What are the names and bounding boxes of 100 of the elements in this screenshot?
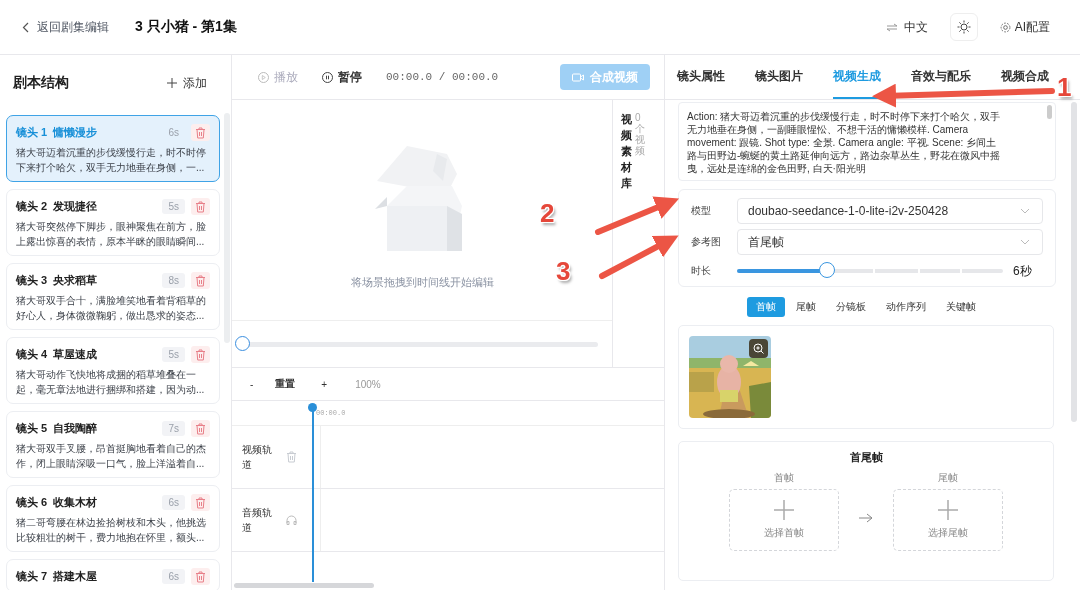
shot-card[interactable]: 镜头 1 慵懒漫步 6s 猪大哥迈着沉重的步伐缓慢行走，时不时停下来打个哈欠，双手无力地垂在身侧，一... [6,115,220,182]
delete-button[interactable] [191,272,210,289]
chevron-down-icon [1020,208,1030,214]
trash-icon[interactable] [195,126,206,139]
duration-tag: 6s [162,125,185,140]
shot-title: 镜头 6 收集木材 [16,495,99,510]
field-label: 时长 [691,264,712,278]
tab[interactable]: 镜头属性 [677,55,725,99]
reference-select[interactable]: 首尾帧 [737,229,1043,255]
ai-config-button[interactable]: AI配置 [993,17,1056,37]
panel-title: 剧本结构 [13,74,69,92]
upload-area[interactable]: 选择首帧 [729,489,839,551]
library-title: 视频素材库 [621,112,632,191]
delete-button[interactable] [191,198,210,215]
annotation-number: 1 [1057,74,1072,100]
language-button[interactable]: 中文 [879,17,934,37]
zoom-level: 100% [355,378,381,390]
delete-button[interactable] [191,494,210,511]
trash-icon[interactable] [195,570,206,583]
frame-label: 尾帧 [938,471,958,485]
shot-title: 镜头 3 央求稻草 [16,273,99,288]
field-label: 参考图 [691,235,722,249]
upload-area[interactable]: 选择尾帧 [893,489,1003,551]
field-label: 模型 [691,204,712,218]
scrollbar[interactable] [1071,102,1077,422]
slider-thumb[interactable] [819,262,836,278]
tab[interactable]: 镜头图片 [755,55,803,99]
trash-icon[interactable] [195,274,206,287]
shot-card[interactable]: 镜头 2 发现捷径 5s 猪大哥突然停下脚步，眼神聚焦在前方，脸上露出惊喜的表情，原本半眯的眼睛瞬间... [6,189,220,256]
zoom-out-button[interactable]: - [250,378,254,390]
sun-icon [956,20,971,34]
theme-button[interactable] [949,13,978,41]
shot-title: 镜头 1 慵懒漫步 [16,125,99,140]
video-camera-icon [572,72,584,82]
shot-card[interactable]: 镜头 3 央求稻草 8s 猪大哥双手合十，满脸堆笑地看着背稻草的好心人，身体微微鞠躬，做出恳求的姿态... [6,263,220,330]
image-tab[interactable]: 分镜板 [827,297,875,317]
shot-card[interactable]: 镜头 5 自我陶醉 7s 猪大哥双手叉腰，昂首挺胸地看着自己的杰作，闭上眼睛深吸一口气，脸上洋溢着自... [6,411,220,478]
delete-button[interactable] [191,346,210,363]
trash-icon[interactable] [195,200,206,213]
plus-icon [938,500,958,520]
plus-icon [167,78,177,88]
shot-title: 镜头 4 草屋速成 [16,347,99,362]
delete-button[interactable] [191,420,210,437]
shot-card[interactable]: 镜头 4 草屋速成 5s 猪大哥动作飞快地将成捆的稻草堆叠在一起，毫无章法地进行捆绑和搭建，因为动... [6,337,220,404]
add-button[interactable]: 添加 [167,74,207,92]
playhead-handle[interactable] [308,403,317,412]
section-title: 首尾帧 [849,450,883,465]
scrollbar[interactable] [234,583,374,588]
swap-icon [885,22,898,32]
pause-button[interactable]: 暂停 [322,68,362,86]
pause-icon [322,71,333,83]
zoom-button[interactable] [749,339,768,358]
track-name: 视频轨道 [242,443,273,472]
delete-button[interactable] [191,568,210,585]
duration-tag: 5s [162,199,185,214]
duration-tag: 7s [162,421,185,436]
scrubber[interactable] [235,336,598,352]
shot-description: 猪大哥迈着沉重的步伐缓慢行走，时不时停下来打个哈欠，双手无力地垂在身侧，一... [16,146,207,175]
settings-icon [999,21,1011,33]
image-tab[interactable]: 动作序列 [877,297,935,317]
empty-hint: 将场景拖拽到时间线开始编辑 [350,274,494,290]
episode-title: 3 只小猪 - 第1集 [135,18,237,36]
chevron-left-icon [22,21,29,33]
shot-description: 猪二哥弯腰在林边捡拾树枝和木头，他挑选比较粗壮的树干，费力地抱在怀里，额头... [16,516,207,545]
trash-icon[interactable] [286,451,297,463]
video-count: 0个视频 [635,112,645,156]
zoom-in-button[interactable]: + [321,378,328,390]
shot-description: 猪大哥突然停下脚步，眼神聚焦在前方，脸上露出惊喜的表情，原本半眯的眼睛瞬间... [16,220,207,249]
back-link[interactable]: 返回剧集编辑 [22,18,109,36]
arrow-right-icon [859,513,873,523]
tab[interactable]: 视频合成 [1001,55,1049,99]
shot-title: 镜头 5 自我陶醉 [16,421,99,436]
playback-time: 00:00.0 / 00:00.0 [386,71,500,83]
frame-label: 首帧 [774,471,794,485]
shot-card[interactable]: 镜头 6 收集木材 6s 猪二哥弯腰在林边捡拾树枝和木头，他挑选比较粗壮的树干，费力地抱在怀里，额头... [6,485,220,552]
duration-slider[interactable] [737,262,1003,280]
duration-tag: 6s [162,495,185,510]
shot-title: 镜头 2 发现捷径 [16,199,99,214]
trash-icon[interactable] [195,496,206,509]
image-tab[interactable]: 关键帧 [937,297,985,317]
duration-tag: 6s [162,569,185,584]
annotation-number: 2 [540,200,555,226]
shot-card[interactable]: 镜头 7 搭建木屋 6s [6,559,220,590]
shot-title: 镜头 7 搭建木屋 [16,569,99,584]
zoom-in-icon [753,343,764,354]
image-tab[interactable]: 尾帧 [787,297,825,317]
shot-description: 猪大哥双手合十，满脸堆笑地看着背稻草的好心人，身体微微鞠躬，做出恳求的姿态... [16,294,207,323]
play-icon [258,71,269,83]
trash-icon[interactable] [195,422,206,435]
trash-icon[interactable] [195,348,206,361]
shot-description: 猪大哥双手叉腰，昂首挺胸地看着自己的杰作，闭上眼睛深吸一口气，脸上洋溢着自... [16,442,207,471]
tab[interactable]: 音效与配乐 [911,55,971,99]
duration-value: 6秒 [1013,262,1033,280]
headphones-icon [286,515,297,525]
prompt-field[interactable]: Action: 猪大哥迈着沉重的步伐缓慢行走，时不时停下来打个哈欠，双手无力地垂在身侧，一副睡眼惺忪、不想干活的慵懒模样. Camera movement: 跟镜. Shot type: 全景. Camera angle: 平视. Scene: 乡间土路与田野边-蜿蜒的黄土路延伸向远方，路边杂草丛生，野花在微风中摇曳，远处是连绵的金色田野, 白天·阳光明 [678,102,1056,181]
chevron-down-icon [1020,239,1030,245]
reset-button[interactable]: 重置 [275,377,296,391]
model-select[interactable]: doubao-seedance-1-0-lite-i2v-250428 [737,198,1043,224]
delete-button[interactable] [191,124,210,141]
track-name: 音频轨道 [242,506,273,535]
